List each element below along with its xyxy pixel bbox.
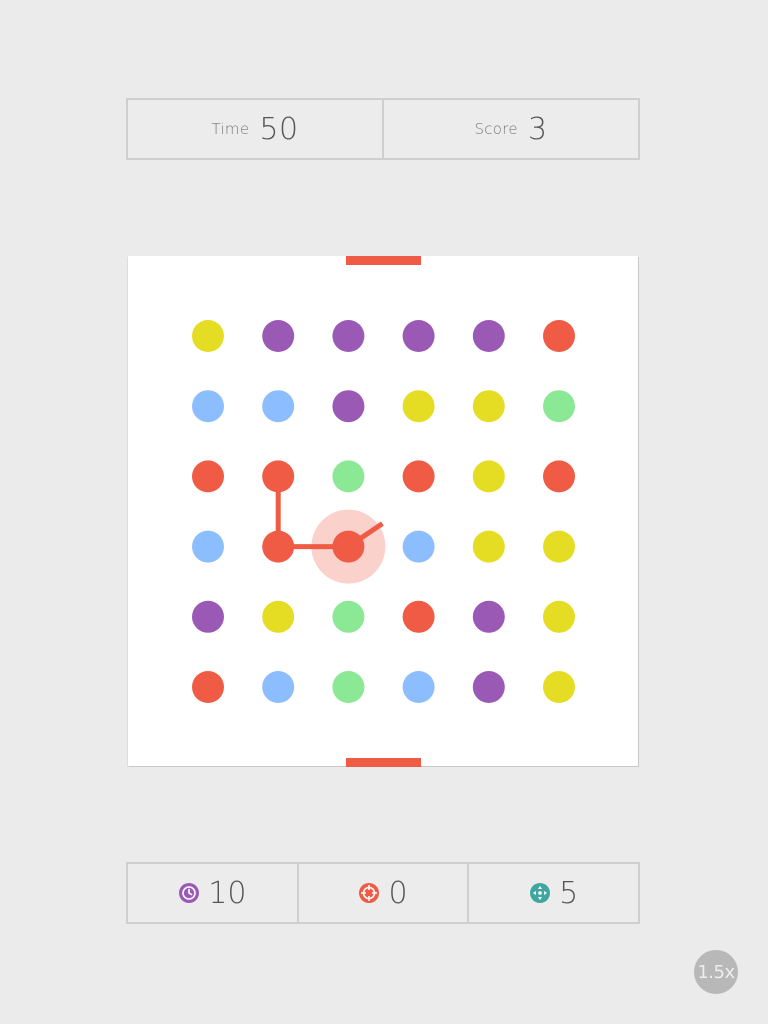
dot-blue[interactable] xyxy=(402,530,435,563)
powerup-expander-button[interactable]: 5 xyxy=(467,864,638,922)
score-label: Score xyxy=(474,120,518,138)
dot-green[interactable] xyxy=(332,671,365,703)
dot-yellow[interactable] xyxy=(402,390,435,423)
dot-yellow[interactable] xyxy=(192,320,224,352)
clock-icon xyxy=(178,882,200,904)
dot-blue[interactable] xyxy=(402,671,435,703)
powerups-bar: 10 0 5 xyxy=(126,862,640,924)
powerup-clock-button[interactable]: 10 xyxy=(128,864,297,922)
dot-blue[interactable] xyxy=(262,671,295,703)
time-stat: Time 50 xyxy=(128,100,382,158)
dot-blue[interactable] xyxy=(192,530,224,563)
dot-purple[interactable] xyxy=(332,320,365,352)
dot-green[interactable] xyxy=(543,390,575,423)
powerup-target-button[interactable]: 0 xyxy=(296,864,468,922)
expander-count: 5 xyxy=(559,875,579,911)
dot-blue[interactable] xyxy=(262,390,295,423)
dot-green[interactable] xyxy=(332,460,365,493)
dot-yellow[interactable] xyxy=(472,390,505,423)
dot-yellow[interactable] xyxy=(472,530,505,563)
expander-icon xyxy=(529,882,551,904)
dot-red[interactable] xyxy=(192,460,224,493)
dot-red[interactable] xyxy=(543,460,575,493)
dot-red[interactable] xyxy=(543,320,575,352)
dot-yellow[interactable] xyxy=(543,530,575,563)
dot-red[interactable] xyxy=(402,460,435,493)
dot-red[interactable] xyxy=(262,530,295,563)
clock-count: 10 xyxy=(208,875,247,911)
dot-red[interactable] xyxy=(262,460,295,493)
dot-purple[interactable] xyxy=(332,390,365,423)
time-value: 50 xyxy=(259,111,299,147)
target-icon xyxy=(358,882,380,904)
dot-purple[interactable] xyxy=(262,320,295,352)
target-count: 0 xyxy=(388,875,408,911)
dot-yellow[interactable] xyxy=(543,671,575,703)
score-value: 3 xyxy=(527,111,548,147)
dot-yellow[interactable] xyxy=(543,600,575,633)
stats-bar: Time 50 Score 3 xyxy=(126,98,640,160)
board-bottom-indicator xyxy=(346,758,421,767)
dot-purple[interactable] xyxy=(402,320,435,352)
dot-purple[interactable] xyxy=(192,600,224,633)
dot-green[interactable] xyxy=(332,600,365,633)
dot-red[interactable] xyxy=(402,600,435,633)
time-label: Time xyxy=(211,120,250,138)
dot-purple[interactable] xyxy=(472,600,505,633)
dot-blue[interactable] xyxy=(192,390,224,423)
game-board[interactable] xyxy=(128,256,638,767)
score-stat: Score 3 xyxy=(382,100,638,158)
dot-red[interactable] xyxy=(192,671,224,703)
dot-yellow[interactable] xyxy=(262,600,295,633)
dot-purple[interactable] xyxy=(472,671,505,703)
dot-red[interactable] xyxy=(332,530,365,563)
dot-grid[interactable] xyxy=(128,256,638,766)
dot-purple[interactable] xyxy=(472,320,505,352)
speed-badge[interactable]: 1.5x xyxy=(694,950,738,994)
dot-yellow[interactable] xyxy=(472,460,505,493)
